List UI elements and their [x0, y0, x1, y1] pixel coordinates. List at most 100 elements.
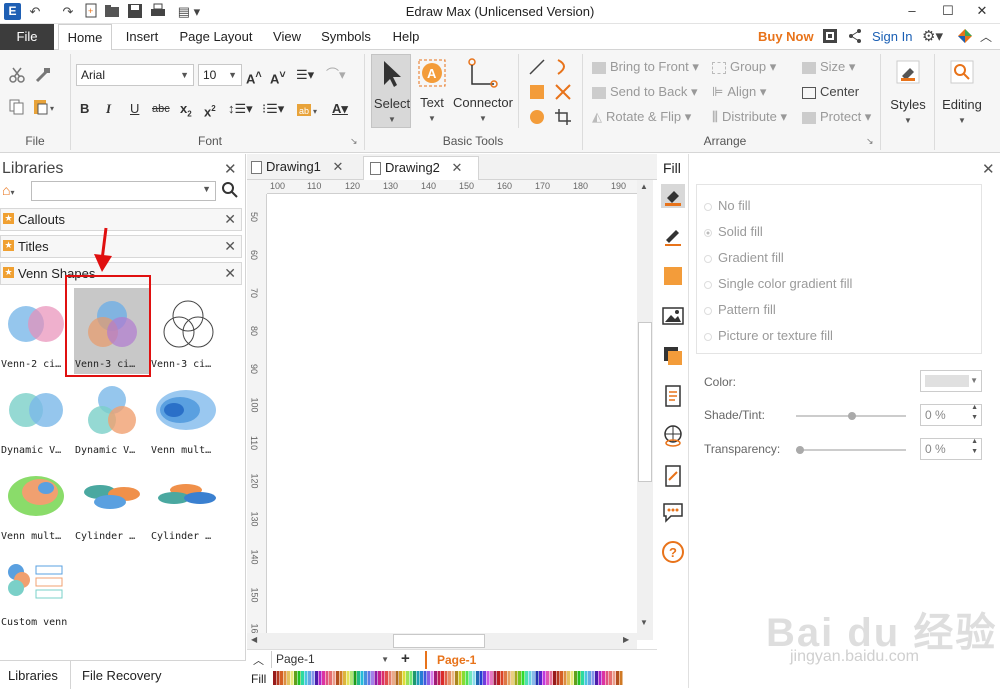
spinner-arrows-icon[interactable]: ▲ ▼: [971, 437, 978, 457]
close-icon[interactable]: ✕: [224, 160, 237, 178]
slider-knob[interactable]: [796, 446, 804, 454]
notes-icon[interactable]: [661, 464, 685, 488]
share-icon[interactable]: [847, 28, 863, 47]
tab-libraries[interactable]: Libraries: [8, 668, 58, 683]
line-spacing-icon[interactable]: ↕☰▾: [228, 100, 253, 118]
x-shape-tool-icon[interactable]: [554, 83, 572, 104]
color-swatch[interactable]: [308, 671, 311, 685]
shrink-font-icon[interactable]: A˅: [270, 66, 286, 88]
color-swatch[interactable]: [290, 671, 294, 685]
library-category-titles[interactable]: ★ Titles ✕: [0, 235, 242, 258]
send-to-back-button[interactable]: Send to Back ▾: [592, 83, 697, 101]
underline-icon[interactable]: U: [130, 100, 139, 118]
color-swatch[interactable]: [490, 671, 493, 685]
buy-now-link[interactable]: Buy Now: [758, 29, 814, 44]
color-swatch[interactable]: [441, 671, 444, 685]
drawing-canvas[interactable]: [267, 194, 637, 639]
color-swatch[interactable]: [360, 671, 364, 685]
file-menu-tab[interactable]: File: [0, 24, 54, 50]
color-swatch[interactable]: [574, 671, 577, 685]
help-icon[interactable]: ?: [661, 540, 685, 564]
color-swatch[interactable]: [283, 671, 287, 685]
arc-tool-icon[interactable]: [554, 58, 572, 79]
color-swatch[interactable]: [455, 671, 458, 685]
color-swatch[interactable]: [364, 671, 367, 685]
color-swatch[interactable]: [609, 671, 612, 685]
color-swatch[interactable]: [462, 671, 465, 685]
text-background-icon[interactable]: ab ▾: [296, 102, 320, 121]
transparency-spinner[interactable]: 0 % ▲ ▼: [920, 438, 982, 460]
scroll-down-icon[interactable]: ▼: [640, 618, 648, 627]
shape-dynamic-venn-2[interactable]: Dynamic V…: [0, 374, 76, 460]
grow-font-icon[interactable]: A˄: [246, 66, 262, 88]
font-dialog-launcher-icon[interactable]: ↘: [350, 136, 358, 147]
page-select-dropdown[interactable]: Page-1 ▼: [271, 651, 389, 668]
text-tool-button[interactable]: A Text ▼: [414, 54, 450, 128]
vertical-scroll-thumb[interactable]: [638, 322, 652, 482]
fill-option-single-color-gradient[interactable]: Single color gradient fill: [704, 276, 852, 291]
color-swatch[interactable]: [413, 671, 416, 685]
color-swatch[interactable]: [280, 671, 283, 685]
bullets-icon[interactable]: ⁝☰▾: [262, 100, 284, 118]
color-swatch[interactable]: [563, 671, 567, 685]
shape-venn-3-circle-outline[interactable]: Venn-3 ci…: [150, 288, 226, 374]
minimize-button[interactable]: –: [894, 0, 930, 22]
bold-icon[interactable]: B: [80, 100, 89, 118]
color-swatch[interactable]: [500, 671, 504, 685]
color-swatch[interactable]: [430, 671, 434, 685]
color-swatch[interactable]: [367, 671, 371, 685]
align-button[interactable]: ⊫ Align ▾: [712, 83, 766, 101]
vertical-scrollbar[interactable]: ▲ ▼: [637, 180, 653, 640]
color-swatch[interactable]: [528, 671, 532, 685]
color-swatch[interactable]: [507, 671, 511, 685]
fill-option-gradient-fill[interactable]: Gradient fill: [704, 250, 784, 265]
fill-option-picture-texture[interactable]: Picture or texture fill: [704, 328, 833, 343]
search-icon[interactable]: [222, 182, 238, 201]
copy-icon[interactable]: [8, 98, 26, 119]
color-swatch[interactable]: [346, 671, 350, 685]
color-swatch[interactable]: [612, 671, 616, 685]
strikethrough-icon[interactable]: abc: [152, 100, 170, 118]
color-swatch[interactable]: [521, 671, 525, 685]
bring-to-front-button[interactable]: Bring to Front ▾: [592, 58, 699, 76]
redo-icon[interactable]: ↷: [60, 3, 76, 20]
color-swatch[interactable]: [385, 671, 388, 685]
styles-button[interactable]: Styles ▼: [884, 56, 932, 130]
color-swatch[interactable]: [315, 671, 318, 685]
customize-toolbar-icon[interactable]: ▤ ▾: [174, 3, 204, 20]
layers-icon[interactable]: [661, 344, 685, 368]
paragraph-align-icon[interactable]: ☰▾: [296, 66, 314, 84]
format-painter-icon[interactable]: [34, 66, 52, 87]
scroll-right-icon[interactable]: ▶: [623, 635, 629, 644]
shade-tint-spinner[interactable]: 0 % ▲ ▼: [920, 404, 982, 426]
color-swatch[interactable]: [273, 671, 276, 685]
color-swatch[interactable]: [518, 671, 521, 685]
color-swatch[interactable]: [423, 671, 427, 685]
comment-icon[interactable]: [661, 500, 685, 524]
tab-page-layout[interactable]: Page Layout: [172, 24, 260, 50]
color-swatch[interactable]: [458, 671, 462, 685]
color-swatch[interactable]: [329, 671, 332, 685]
center-button[interactable]: Center: [802, 83, 859, 101]
collapse-pages-icon[interactable]: ︿: [253, 652, 264, 668]
color-swatch[interactable]: [416, 671, 420, 685]
tab-symbols[interactable]: Symbols: [314, 24, 378, 50]
color-swatch[interactable]: [511, 671, 514, 685]
close-icon[interactable]: ✕: [333, 159, 344, 174]
library-search-input[interactable]: ▼: [31, 181, 216, 201]
close-icon[interactable]: ✕: [224, 238, 236, 255]
cut-icon[interactable]: [8, 66, 26, 87]
color-picker-dropdown[interactable]: ▼: [920, 370, 982, 392]
group-button[interactable]: Group ▾: [712, 58, 776, 76]
color-swatch[interactable]: [581, 671, 584, 685]
tab-insert[interactable]: Insert: [116, 24, 168, 50]
color-swatch[interactable]: [504, 671, 507, 685]
color-swatch[interactable]: [497, 671, 500, 685]
color-swatch[interactable]: [549, 671, 553, 685]
color-swatch[interactable]: [535, 671, 539, 685]
rectangle-tool-icon[interactable]: [528, 83, 546, 104]
color-swatch[interactable]: [276, 671, 280, 685]
color-swatch[interactable]: [570, 671, 574, 685]
font-family-dropdown[interactable]: Arial ▼: [76, 64, 194, 86]
tab-view[interactable]: View: [266, 24, 308, 50]
